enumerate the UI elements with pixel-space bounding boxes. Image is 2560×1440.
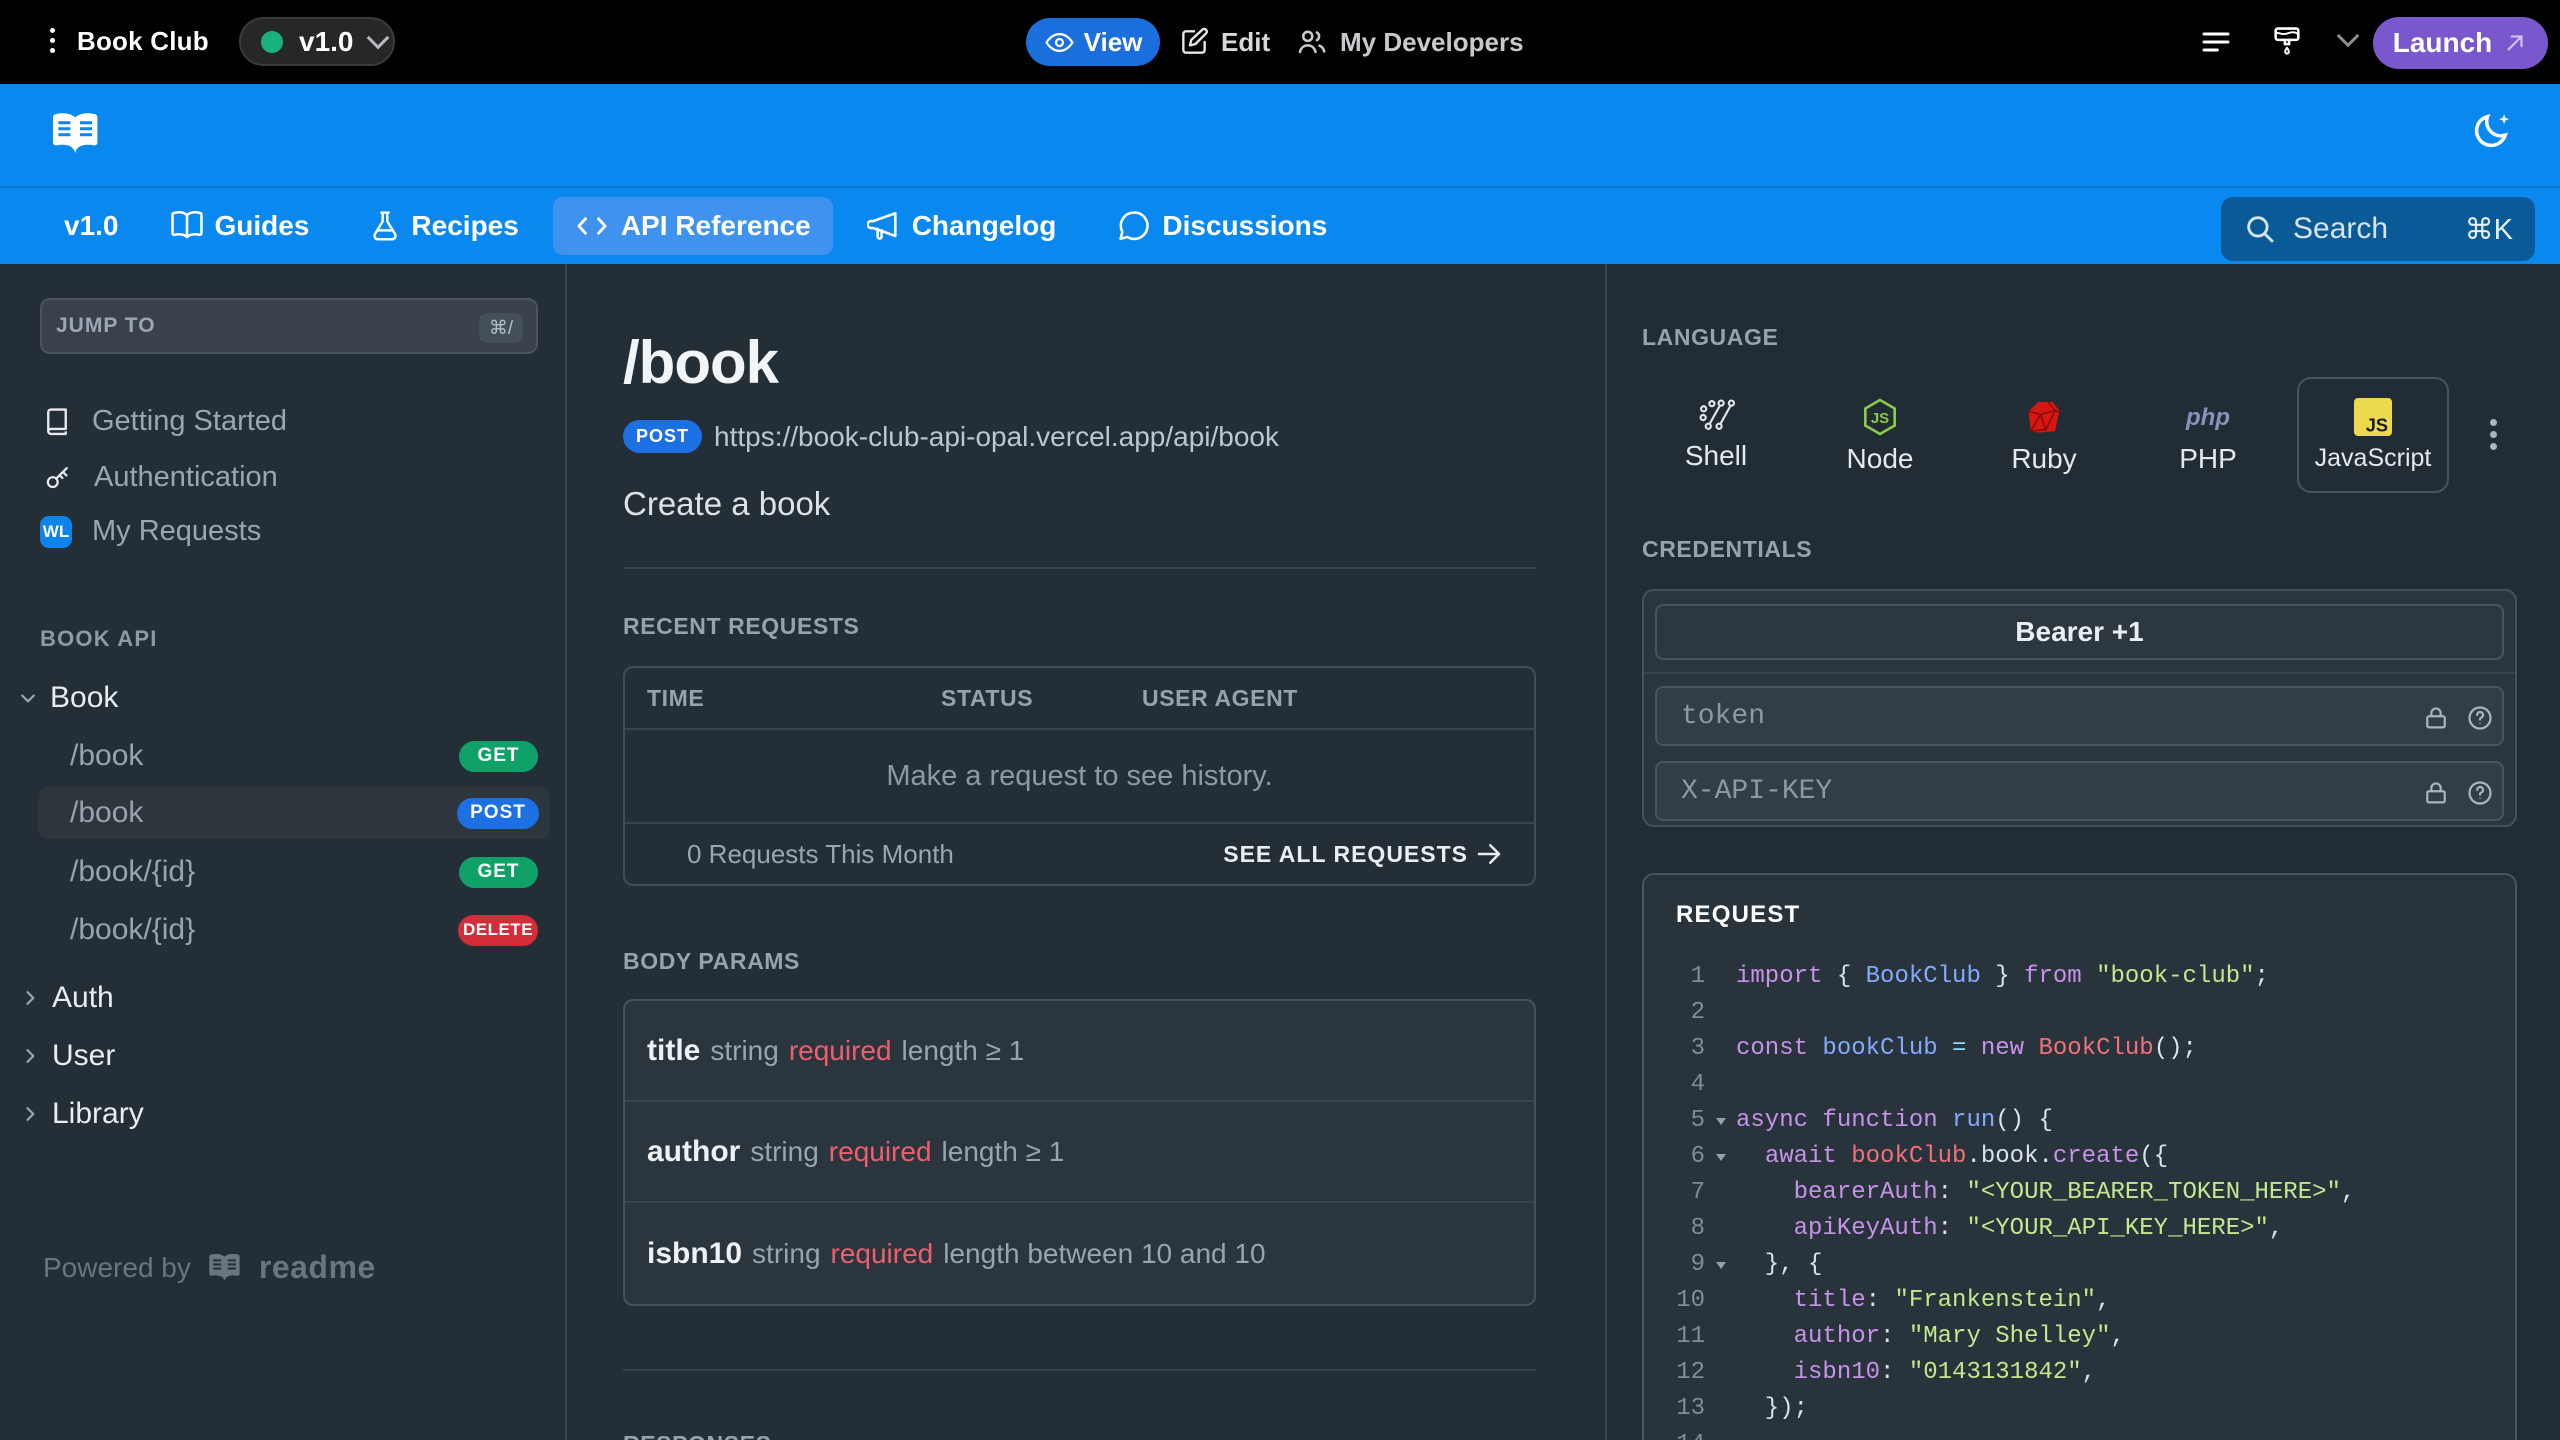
svg-text:JS: JS (1871, 410, 1889, 427)
svg-text:php: php (2185, 404, 2230, 431)
svg-text:JS: JS (2366, 415, 2388, 435)
